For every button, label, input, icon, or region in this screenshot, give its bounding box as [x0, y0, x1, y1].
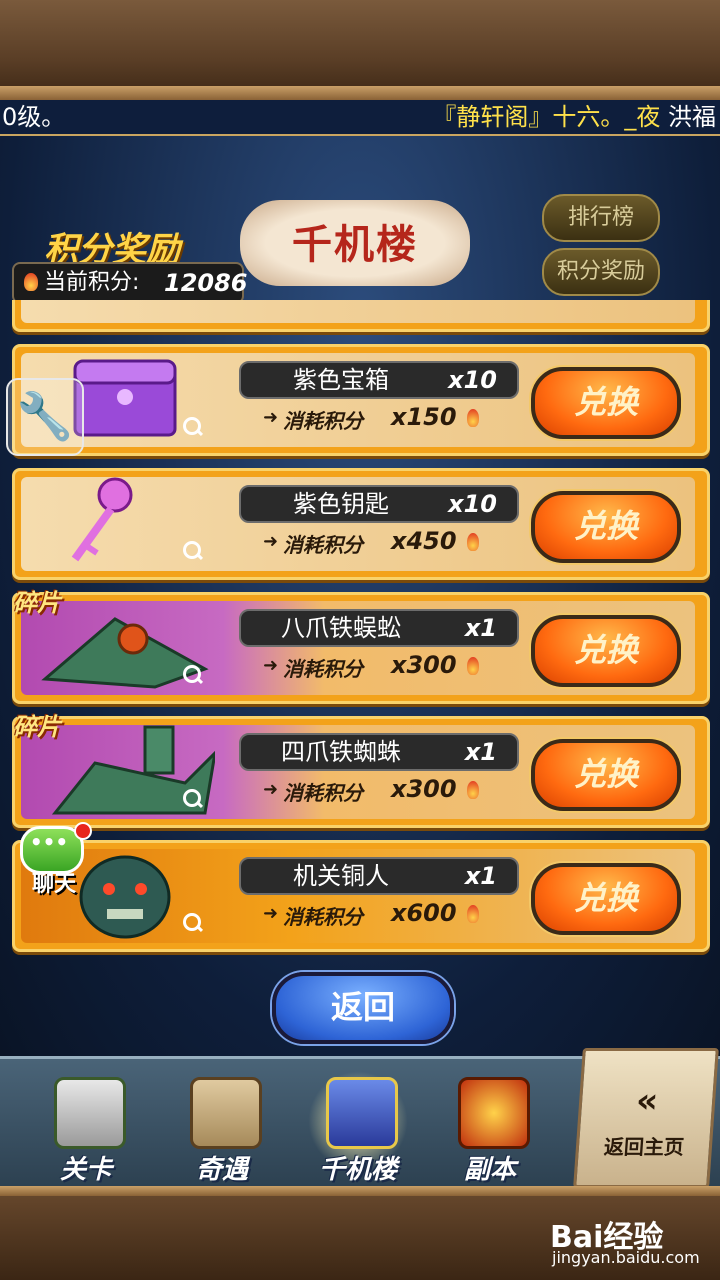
- cost-label: 消耗积分: [283, 533, 363, 557]
- item-qty: x1: [464, 862, 497, 890]
- flame-icon: [467, 533, 479, 551]
- notification-dot: [74, 822, 92, 840]
- magnify-icon[interactable]: [183, 665, 201, 683]
- ticker-left-text: 0级。: [2, 103, 66, 131]
- nav-label: 千机楼: [318, 1155, 397, 1185]
- item-qty: x10: [448, 366, 497, 394]
- flame-icon: [467, 781, 479, 799]
- item-name: 紫色宝箱: [293, 366, 389, 394]
- arrow-icon: ➜: [263, 903, 279, 924]
- wrench-icon[interactable]: 🔧: [6, 378, 84, 456]
- top-wood-frame: [0, 0, 720, 100]
- nav-stage[interactable]: 关卡: [36, 1071, 136, 1185]
- arrow-icon: ➜: [263, 779, 279, 800]
- chat-label: 聊天: [32, 872, 77, 897]
- cost-value: x300: [391, 775, 457, 803]
- item-cost: ➜ 消耗积分 x150: [263, 403, 513, 437]
- current-points: 当前积分: 12086: [12, 262, 248, 304]
- reward-card: 机关铜人 x1 ➜ 消耗积分 x600 兑换: [12, 840, 710, 952]
- exchange-button[interactable]: 兑换: [531, 491, 681, 563]
- nav-label: 关卡: [59, 1155, 112, 1185]
- reward-list[interactable]: 紫色宝箱 x10 ➜ 消耗积分 x150 兑换 紫色钥匙 x10 ➜ 消耗积分 x450 兑…: [0, 300, 720, 960]
- shard-tag: 碎片: [13, 589, 61, 617]
- item-cost: ➜ 消耗积分 x450: [263, 527, 513, 561]
- return-home-label: 返回主页: [603, 1135, 685, 1159]
- back-button[interactable]: 返回: [272, 972, 454, 1044]
- item-cost: ➜ 消耗积分 x600: [263, 899, 513, 933]
- ranking-button[interactable]: 排行榜: [542, 194, 660, 242]
- ticker-right-text: 『静轩阁』十六。_夜 洪福: [432, 100, 716, 134]
- exchange-button[interactable]: 兑换: [531, 615, 681, 687]
- watermark-url: jingyan.baidu.com: [552, 1248, 700, 1267]
- chat-dots: •••: [29, 830, 69, 854]
- item-name: 机关铜人: [293, 862, 389, 890]
- cost-label: 消耗积分: [283, 657, 363, 681]
- item-name-box: 四爪铁蜘蛛 x1: [239, 733, 519, 771]
- exchange-button[interactable]: 兑换: [531, 863, 681, 935]
- reward-card: 紫色宝箱 x10 ➜ 消耗积分 x150 兑换: [12, 344, 710, 456]
- item-cost: ➜ 消耗积分 x300: [263, 775, 513, 809]
- points-value: 12086: [164, 269, 248, 297]
- scroll-icon: [190, 1077, 262, 1149]
- item-name-box: 紫色钥匙 x10: [239, 485, 519, 523]
- arrow-icon: ➜: [263, 407, 279, 428]
- item-name-box: 紫色宝箱 x10: [239, 361, 519, 399]
- magnify-icon[interactable]: [183, 541, 201, 559]
- reward-card: 紫色钥匙 x10 ➜ 消耗积分 x450 兑换: [12, 468, 710, 580]
- item-name: 四爪铁蜘蛛: [281, 738, 401, 766]
- logo-text: 千机楼: [292, 222, 418, 268]
- nav-label: 奇遇: [195, 1155, 248, 1185]
- item-qty: x1: [464, 738, 497, 766]
- cost-label: 消耗积分: [283, 905, 363, 929]
- item-name-box: 机关铜人 x1: [239, 857, 519, 895]
- ticker-tail: 洪福: [668, 103, 716, 131]
- item-cost: ➜ 消耗积分 x300: [263, 651, 513, 685]
- magnify-icon[interactable]: [183, 789, 201, 807]
- item-qty: x10: [448, 490, 497, 518]
- ticker-highlight: 『静轩阁』十六。_夜: [432, 103, 661, 131]
- pagoda-icon: [326, 1077, 398, 1149]
- item-qty: x1: [464, 614, 497, 642]
- cost-value: x300: [391, 651, 457, 679]
- item-name-box: 八爪铁蜈蚣 x1: [239, 609, 519, 647]
- demon-icon: [458, 1077, 530, 1149]
- gate-icon: [54, 1077, 126, 1149]
- nav-qianjilou[interactable]: 千机楼: [308, 1071, 408, 1185]
- nav-adventure[interactable]: 奇遇: [172, 1071, 272, 1185]
- points-label: 当前积分:: [44, 270, 140, 295]
- item-name: 八爪铁蜈蚣: [281, 614, 401, 642]
- flame-icon: [467, 409, 479, 427]
- nav-label: 副本: [463, 1155, 516, 1185]
- exchange-button[interactable]: 兑换: [531, 367, 681, 439]
- qianjilou-logo: 千机楼: [240, 200, 470, 286]
- arrow-icon: ➜: [263, 655, 279, 676]
- partial-card: [12, 300, 710, 332]
- reward-card: 碎片 四爪铁蜘蛛 x1 ➜ 消耗积分 x300 兑换: [12, 713, 710, 828]
- chat-button[interactable]: ••• 聊天: [4, 822, 92, 898]
- magnify-icon[interactable]: [183, 417, 201, 435]
- double-chevron-left-icon: «: [634, 1081, 660, 1121]
- reward-card: 碎片 八爪铁蜈蚣 x1 ➜ 消耗积分 x300 兑换: [12, 589, 710, 704]
- flame-icon: [467, 657, 479, 675]
- cost-label: 消耗积分: [283, 409, 363, 433]
- shard-tag: 碎片: [13, 713, 61, 741]
- cost-value: x600: [391, 899, 457, 927]
- cost-value: x450: [391, 527, 457, 555]
- nav-dungeon[interactable]: 副本: [440, 1071, 540, 1185]
- exchange-button[interactable]: 兑换: [531, 739, 681, 811]
- magnify-icon[interactable]: [183, 913, 201, 931]
- arrow-icon: ➜: [263, 531, 279, 552]
- broadcast-ticker: 0级。 『静轩阁』十六。_夜 洪福: [0, 100, 720, 136]
- return-home-button[interactable]: « 返回主页: [573, 1048, 719, 1188]
- flame-icon: [467, 905, 479, 923]
- flame-icon: [24, 273, 38, 291]
- cost-value: x150: [391, 403, 457, 431]
- points-reward-button[interactable]: 积分奖励: [542, 248, 660, 296]
- item-name: 紫色钥匙: [293, 490, 389, 518]
- cost-label: 消耗积分: [283, 781, 363, 805]
